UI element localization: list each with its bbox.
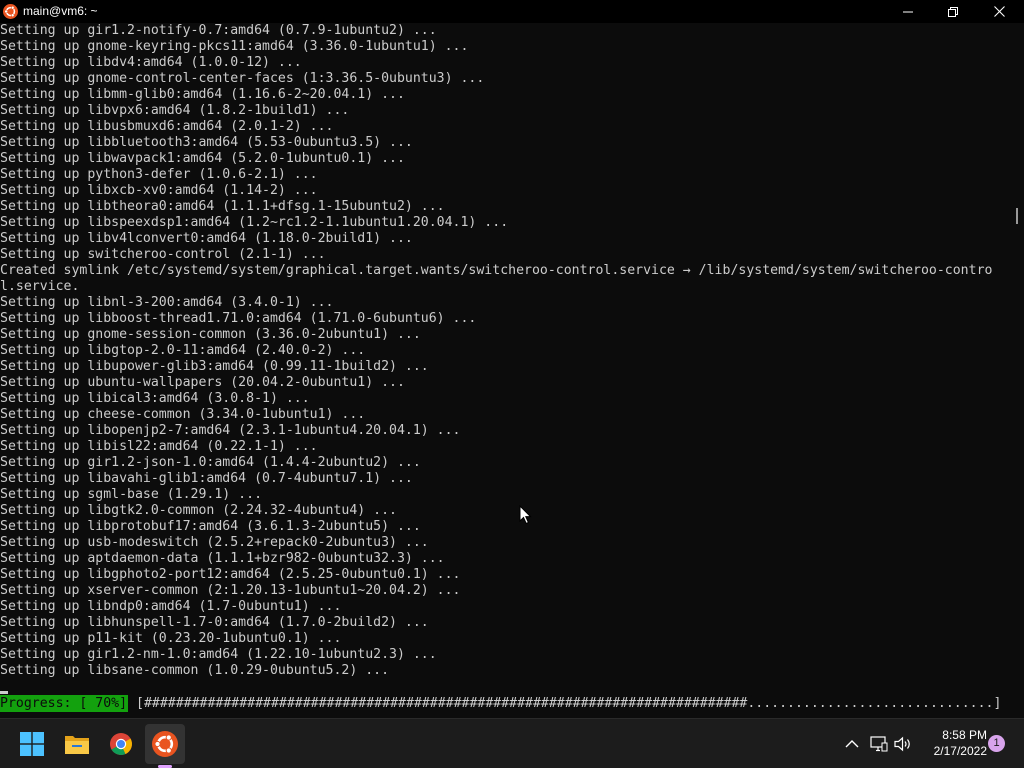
mouse-pointer-icon <box>519 505 532 525</box>
terminal-line: Setting up libndp0:amd64 (1.7-0ubuntu1) … <box>0 599 342 614</box>
terminal-scrollbar[interactable] <box>1012 23 1024 718</box>
terminal-line: Setting up libgtop-2.0-11:amd64 (2.40.0-… <box>0 343 366 358</box>
terminal-line: Setting up libhunspell-1.7-0:amd64 (1.7.… <box>0 615 429 630</box>
chrome-button[interactable] <box>101 724 141 764</box>
terminal-line: Setting up libsane-common (1.0.29-0ubunt… <box>0 663 390 678</box>
clock-time: 8:58 PM <box>942 728 987 742</box>
progress-bar: [#######################################… <box>136 696 1002 711</box>
terminal-line: Setting up sgml-base (1.29.1) ... <box>0 487 263 502</box>
chrome-icon <box>110 733 132 755</box>
terminal-line: Setting up gir1.2-json-1.0:amd64 (1.4.4-… <box>0 455 421 470</box>
terminal-line: Setting up libv4lconvert0:amd64 (1.18.0-… <box>0 231 413 246</box>
terminal-line: Setting up xserver-common (2:1.20.13-1ub… <box>0 583 461 598</box>
ubuntu-icon <box>3 4 18 19</box>
terminal-line: Setting up libical3:amd64 (3.0.8-1) ... <box>0 391 310 406</box>
minimize-button[interactable] <box>885 0 931 23</box>
terminal-line: Setting up libxcb-xv0:amd64 (1.14-2) ... <box>0 183 318 198</box>
terminal-line: Setting up libnl-3-200:amd64 (3.4.0-1) .… <box>0 295 334 310</box>
terminal-line: Setting up libdv4:amd64 (1.0.0-12) ... <box>0 55 302 70</box>
terminal-line: Created symlink /etc/systemd/system/grap… <box>0 263 993 278</box>
terminal-line: Setting up cheese-common (3.34.0-1ubuntu… <box>0 407 366 422</box>
volume-button[interactable] <box>893 734 913 754</box>
text-cursor <box>0 691 8 694</box>
maximize-icon <box>948 6 958 17</box>
terminal-line: Setting up aptdaemon-data (1.1.1+bzr982-… <box>0 551 445 566</box>
terminal-line: Setting up libvpx6:amd64 (1.8.2-1build1)… <box>0 103 350 118</box>
terminal-line: Setting up python3-defer (1.0.6-2.1) ... <box>0 167 318 182</box>
window-title: main@vm6: ~ <box>23 4 98 18</box>
terminal-line: Setting up libprotobuf17:amd64 (3.6.1.3-… <box>0 519 421 534</box>
terminal-line: Setting up usb-modeswitch (2.5.2+repack0… <box>0 535 429 550</box>
terminal-line: Setting up gnome-session-common (3.36.0-… <box>0 327 421 342</box>
terminal-line: Setting up libopenjp2-7:amd64 (2.3.1-1ub… <box>0 423 461 438</box>
show-hidden-icons-button[interactable] <box>842 734 862 754</box>
terminal-line: Setting up libgphoto2-port12:amd64 (2.5.… <box>0 567 461 582</box>
window-titlebar[interactable]: main@vm6: ~ <box>0 0 1024 23</box>
terminal-line: Setting up gir1.2-nm-1.0:amd64 (1.22.10-… <box>0 647 437 662</box>
terminal-line: l.service. <box>0 279 80 294</box>
terminal-line: Setting up libmm-glib0:amd64 (1.16.6-2~2… <box>0 87 405 102</box>
network-icon <box>870 736 888 752</box>
terminal-line: Setting up libusbmuxd6:amd64 (2.0.1-2) .… <box>0 119 334 134</box>
file-explorer-button[interactable] <box>57 724 97 764</box>
close-icon <box>993 6 1005 17</box>
maximize-button[interactable] <box>930 0 976 23</box>
terminal-line: Setting up gir1.2-notify-0.7:amd64 (0.7.… <box>0 23 437 38</box>
terminal-line: Setting up libtheora0:amd64 (1.1.1+dfsg.… <box>0 199 445 214</box>
notification-badge[interactable]: 1 <box>988 735 1005 752</box>
clock[interactable]: 8:58 PM 2/17/2022 <box>915 727 987 759</box>
progress-label-text: Progress: [ 70%] <box>0 696 128 711</box>
terminal-line: Setting up libisl22:amd64 (0.22.1-1) ... <box>0 439 318 454</box>
taskbar: 8:58 PM 2/17/2022 <box>0 718 1024 768</box>
start-button[interactable] <box>12 724 52 764</box>
terminal-line: Setting up libgtk2.0-common (2.24.32-4ub… <box>0 503 397 518</box>
clock-date: 2/17/2022 <box>933 744 987 758</box>
minimize-icon <box>903 11 913 12</box>
chevron-up-icon <box>845 740 859 748</box>
terminal-line: Setting up libavahi-glib1:amd64 (0.7-4ub… <box>0 471 413 486</box>
terminal-line: Setting up libupower-glib3:amd64 (0.99.1… <box>0 359 429 374</box>
terminal-output[interactable]: Setting up gir1.2-notify-0.7:amd64 (0.7.… <box>0 23 1012 718</box>
ubuntu-icon <box>152 731 178 757</box>
terminal-line: Setting up libwavpack1:amd64 (5.2.0-1ubu… <box>0 151 405 166</box>
terminal-line: Setting up libspeexdsp1:amd64 (1.2~rc1.2… <box>0 215 509 230</box>
terminal-line: Setting up gnome-control-center-faces (1… <box>0 71 485 86</box>
close-button[interactable] <box>976 0 1022 23</box>
ubuntu-taskbar-button[interactable] <box>145 724 185 764</box>
terminal-line: Setting up libbluetooth3:amd64 (5.53-0ub… <box>0 135 413 150</box>
scrollbar-thumb[interactable] <box>1016 208 1018 224</box>
terminal-line: Setting up ubuntu-wallpapers (20.04.2-0u… <box>0 375 405 390</box>
folder-icon <box>65 736 89 754</box>
terminal-line: Setting up gnome-keyring-pkcs11:amd64 (3… <box>0 39 469 54</box>
terminal-line: Setting up p11-kit (0.23.20-1ubuntu0.1) … <box>0 631 342 646</box>
terminal-line: Setting up libboost-thread1.71.0:amd64 (… <box>0 311 477 326</box>
volume-icon <box>894 736 910 752</box>
windows-start-icon <box>20 732 44 756</box>
terminal-line: Setting up switcheroo-control (2.1-1) ..… <box>0 247 326 262</box>
network-button[interactable] <box>869 734 889 754</box>
progress-label: Progress: [ 70%] <box>0 695 128 712</box>
